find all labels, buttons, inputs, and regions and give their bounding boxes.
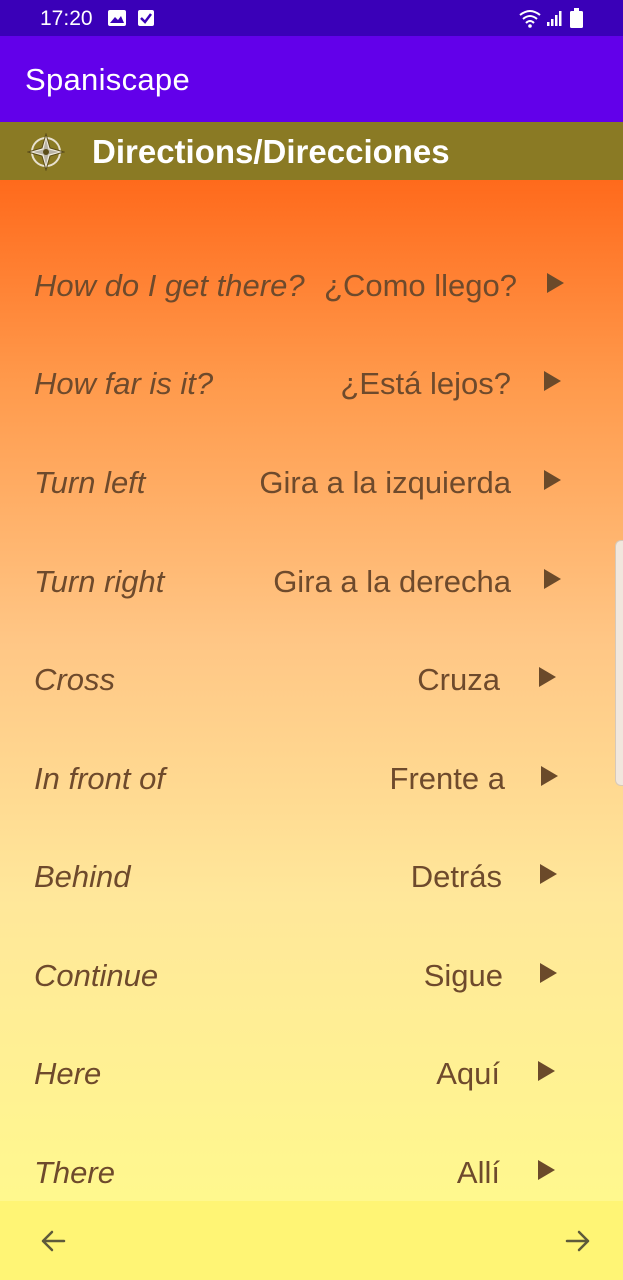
play-icon[interactable]	[541, 766, 558, 786]
image-icon	[108, 10, 126, 26]
english-phrase: Behind	[34, 859, 131, 894]
play-icon[interactable]	[544, 470, 561, 490]
scrollbar-thumb[interactable]	[615, 540, 623, 786]
partially-scrolled-row	[0, 180, 623, 194]
english-phrase: There	[34, 1155, 115, 1190]
spanish-phrase: Gira a la derecha	[273, 564, 511, 599]
section-title: Directions/Direcciones	[92, 133, 450, 170]
list-item[interactable]: Turn right Gira a la derecha	[0, 550, 623, 610]
phrase-list[interactable]: How do I get there? ¿Como llego? How far…	[0, 180, 623, 1201]
spanish-phrase: Aquí	[436, 1056, 500, 1091]
list-item[interactable]: In front of Frente a	[0, 747, 623, 807]
english-phrase: Here	[34, 1056, 102, 1091]
spanish-phrase: Frente a	[389, 761, 505, 796]
english-phrase: Cross	[34, 662, 115, 697]
list-item[interactable]: Turn left Gira a la izquierda	[0, 451, 623, 511]
play-icon[interactable]	[539, 667, 556, 687]
spanish-phrase: Allí	[456, 1155, 500, 1190]
list-item[interactable]: Behind Detrás	[0, 845, 623, 905]
spanish-phrase: Gira a la izquierda	[259, 465, 511, 500]
english-phrase: In front of	[34, 761, 165, 796]
spanish-phrase: Cruza	[417, 662, 500, 697]
play-icon[interactable]	[544, 371, 561, 391]
app-title: Spaniscape	[25, 62, 191, 97]
list-item[interactable]: Cross Cruza	[0, 648, 623, 708]
list-item[interactable]: Continue Sigue	[0, 944, 623, 1004]
app-bar: Spaniscape	[0, 36, 623, 122]
play-icon[interactable]	[547, 273, 564, 293]
battery-icon	[570, 8, 583, 28]
spanish-phrase: ¿Está lejos?	[340, 366, 511, 401]
arrow-right-icon[interactable]	[563, 1226, 593, 1256]
list-item[interactable]: How do I get there? ¿Como llego?	[0, 254, 623, 314]
play-icon[interactable]	[538, 1061, 555, 1081]
signal-icon	[547, 11, 562, 26]
spanish-phrase: Detrás	[410, 859, 502, 894]
list-item[interactable]: How far is it? ¿Está lejos?	[0, 352, 623, 412]
bottom-navigation	[0, 1201, 623, 1280]
list-item[interactable]: Here Aquí	[0, 1042, 623, 1102]
play-icon[interactable]	[540, 963, 557, 983]
english-phrase: How do I get there?	[34, 268, 305, 303]
english-phrase: Turn left	[34, 465, 146, 500]
english-phrase: Turn right	[34, 564, 165, 599]
section-header: Directions/Direcciones	[0, 122, 623, 180]
status-bar: 17:20	[0, 0, 623, 36]
wifi-icon	[519, 10, 541, 28]
status-time: 17:20	[40, 7, 93, 30]
list-item[interactable]: There Allí	[0, 1141, 623, 1201]
spanish-phrase: ¿Como llego?	[324, 268, 517, 303]
english-phrase: How far is it?	[34, 366, 214, 401]
english-phrase: Continue	[34, 958, 159, 993]
spanish-phrase: Sigue	[423, 958, 503, 993]
checkbox-icon	[138, 10, 154, 26]
play-icon[interactable]	[544, 569, 561, 589]
compass-icon	[27, 133, 65, 171]
play-icon[interactable]	[538, 1160, 555, 1180]
play-icon[interactable]	[540, 864, 557, 884]
arrow-left-icon[interactable]	[38, 1226, 68, 1256]
